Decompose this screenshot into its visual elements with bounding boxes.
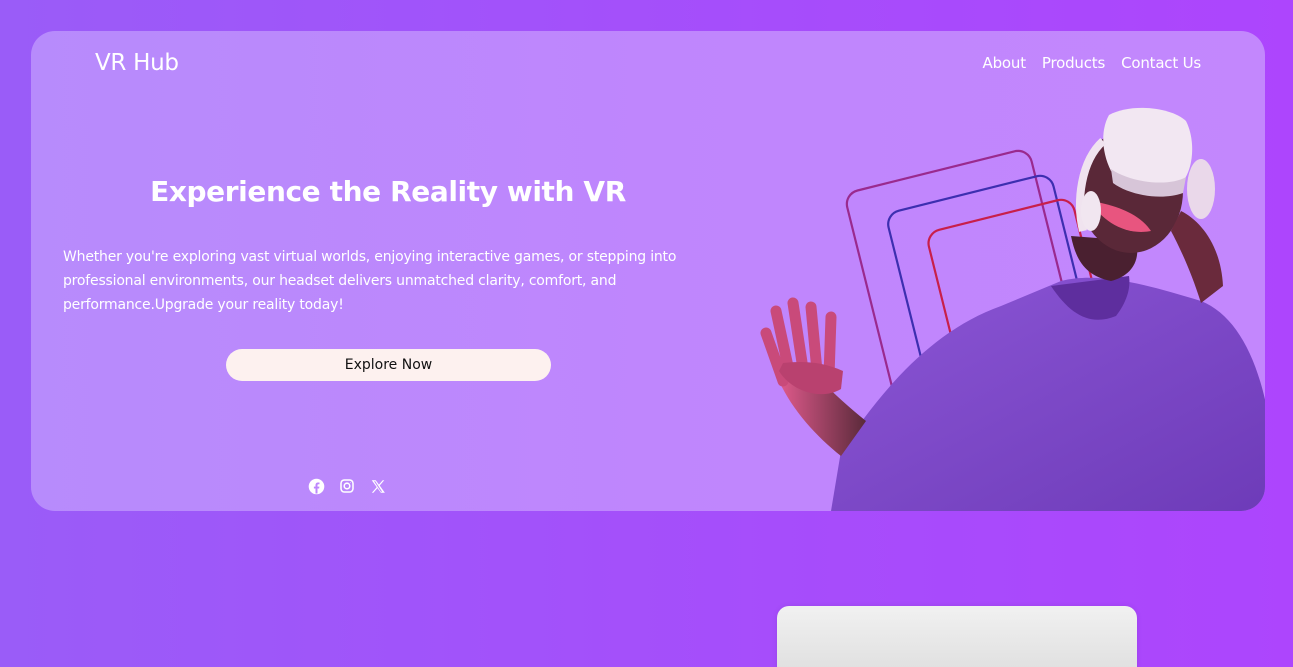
nav-link-contact-us[interactable]: Contact Us	[1121, 54, 1201, 72]
nav-link-about[interactable]: About	[983, 54, 1027, 72]
nav-link-products[interactable]: Products	[1042, 54, 1105, 72]
hero-section: VR Hub About Products Contact Us Experie…	[31, 31, 1265, 511]
hero-headline: Experience the Reality with VR	[150, 175, 626, 208]
social-links	[307, 477, 387, 495]
x-icon[interactable]	[369, 477, 387, 495]
facebook-icon[interactable]	[307, 477, 325, 495]
vr-person-photo	[760, 107, 1265, 511]
main-nav: About Products Contact Us	[983, 54, 1202, 72]
product-card	[777, 606, 1137, 667]
explore-now-button[interactable]: Explore Now	[226, 349, 551, 381]
instagram-icon[interactable]	[338, 477, 356, 495]
brand-logo[interactable]: VR Hub	[95, 50, 179, 76]
hero-description: Whether you're exploring vast virtual wo…	[63, 249, 677, 313]
